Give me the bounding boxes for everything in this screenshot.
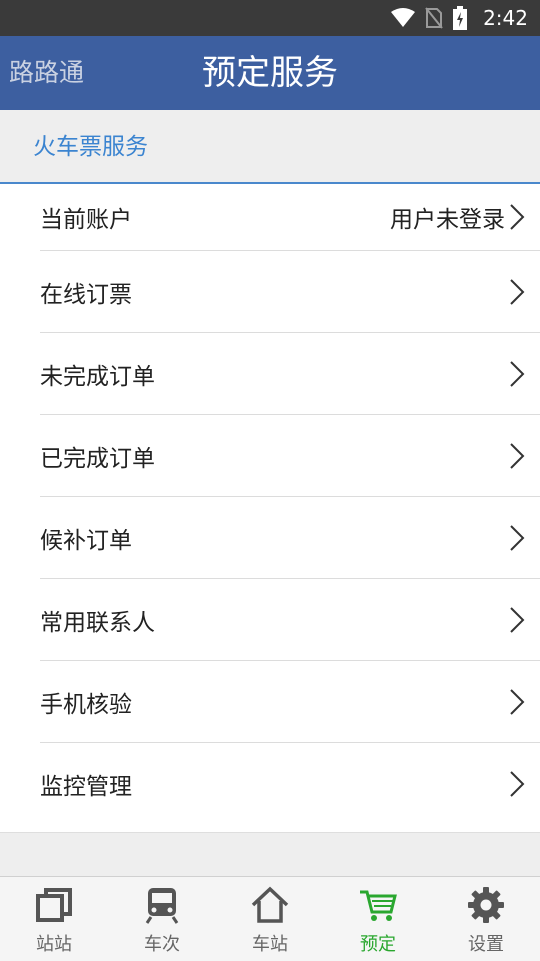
gear-icon	[468, 887, 504, 923]
menu-item-online-booking[interactable]: 在线订票	[40, 251, 540, 333]
page-title: 预定服务	[202, 53, 338, 93]
tab-train[interactable]: 车次	[108, 877, 216, 961]
menu-item-label: 常用联系人	[40, 609, 155, 636]
menu-item-current-account[interactable]: 当前账户 用户未登录	[40, 184, 540, 251]
menu-item-pending-orders[interactable]: 未完成订单	[40, 333, 540, 415]
home-station-icon	[251, 886, 289, 923]
tab-settings[interactable]: 设置	[432, 877, 540, 961]
train-icon	[145, 888, 179, 924]
chevron-right-icon	[510, 524, 525, 551]
menu-item-phone-verification[interactable]: 手机核验	[40, 661, 540, 743]
status-bar: 2:42	[0, 0, 540, 36]
section-title: 火车票服务	[33, 134, 148, 160]
tab-booking[interactable]: 预定	[324, 877, 432, 961]
battery-charging-icon	[453, 6, 468, 30]
menu-item-label: 监控管理	[40, 774, 132, 800]
app-bar: 路路通 预定服务	[0, 36, 540, 110]
menu-item-completed-orders[interactable]: 已完成订单	[40, 415, 540, 497]
no-sim-icon	[425, 7, 443, 29]
chevron-right-icon	[510, 771, 525, 797]
cart-icon	[360, 890, 397, 921]
tab-label: 预定	[360, 934, 396, 955]
wifi-icon	[391, 8, 416, 27]
chevron-right-icon	[510, 278, 525, 305]
chevron-right-icon	[510, 688, 525, 715]
menu-item-label: 手机核验	[40, 691, 132, 718]
menu-item-frequent-contacts[interactable]: 常用联系人	[40, 579, 540, 661]
tab-label: 设置	[468, 934, 504, 955]
menu-item-label: 未完成订单	[40, 363, 155, 390]
menu-item-label: 候补订单	[40, 527, 132, 554]
tab-station[interactable]: 车站	[216, 877, 324, 961]
section-header: 火车票服务	[0, 110, 540, 184]
station-to-station-icon	[36, 888, 72, 922]
menu-item-label: 当前账户	[40, 207, 132, 233]
chevron-right-icon	[510, 442, 525, 469]
chevron-right-icon	[510, 204, 525, 230]
chevron-right-icon	[510, 360, 525, 387]
tab-label: 车站	[252, 934, 288, 955]
bottom-nav: 站站 车次 车站 预定 设置	[0, 876, 540, 961]
menu-item-waitlist-orders[interactable]: 候补订单	[40, 497, 540, 579]
tab-station-to-station[interactable]: 站站	[0, 877, 108, 961]
menu-item-label: 已完成订单	[40, 445, 155, 472]
chevron-right-icon	[510, 606, 525, 633]
menu-item-monitor-management[interactable]: 监控管理	[40, 743, 540, 825]
tab-label: 车次	[144, 934, 180, 955]
menu-list: 当前账户 用户未登录 在线订票 未完成订单 已完成订单 候补订单 常用联系人 手…	[0, 184, 540, 833]
status-time: 2:42	[483, 6, 528, 30]
account-status-value: 用户未登录	[390, 207, 505, 233]
tab-label: 站站	[36, 934, 72, 955]
menu-item-label: 在线订票	[40, 281, 132, 308]
